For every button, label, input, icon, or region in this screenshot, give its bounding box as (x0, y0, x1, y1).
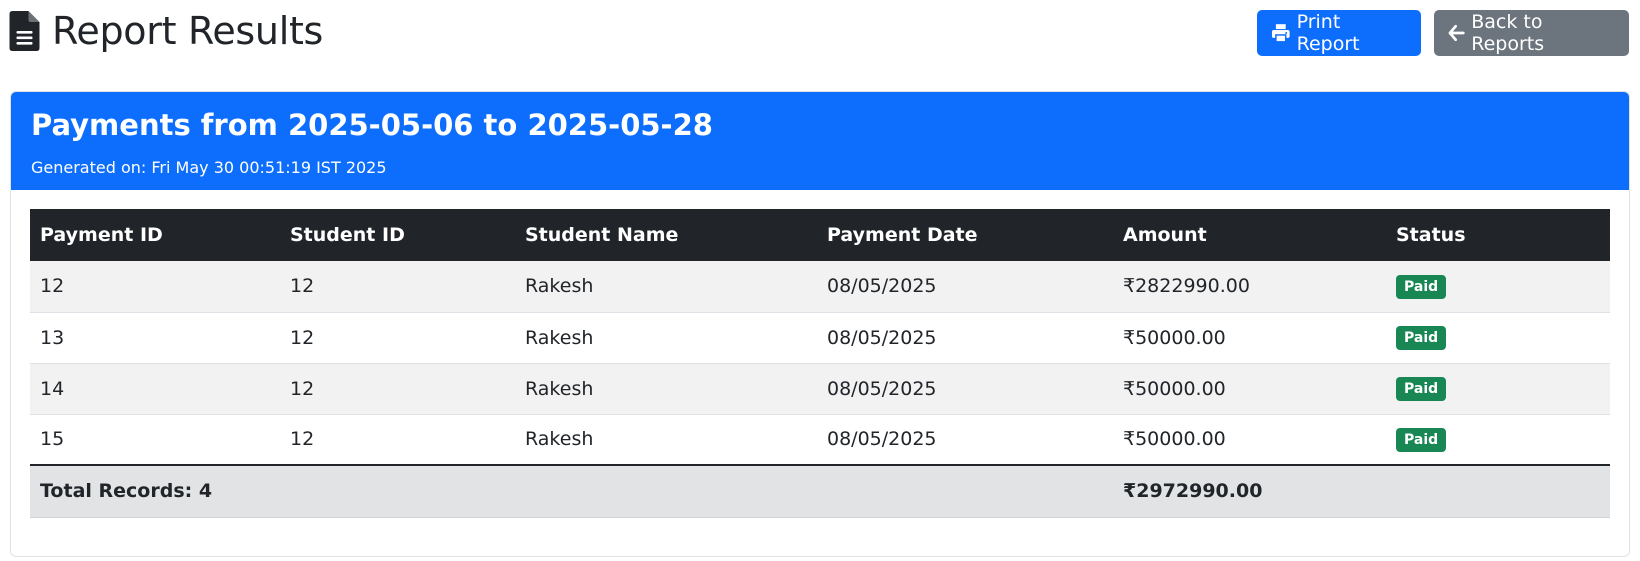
student-name-cell: Rakesh (515, 312, 817, 364)
status-cell: Paid (1386, 261, 1610, 313)
file-text-icon (9, 11, 40, 51)
arrow-left-icon (1448, 24, 1465, 42)
student-name-cell: Rakesh (515, 363, 817, 415)
page-title-text: Report Results (52, 9, 324, 53)
amount-cell: ₹2822990.00 (1113, 261, 1386, 313)
payment-date-cell: 08/05/2025 (817, 414, 1113, 466)
table-row: 12 12 Rakesh 08/05/2025 ₹2822990.00 Paid (30, 261, 1610, 313)
table-row: 14 12 Rakesh 08/05/2025 ₹50000.00 Paid (30, 363, 1610, 415)
table-header-row: Payment ID Student ID Student Name Payme… (30, 209, 1610, 261)
table-row: 13 12 Rakesh 08/05/2025 ₹50000.00 Paid (30, 312, 1610, 364)
column-header-payment-date: Payment Date (827, 224, 978, 246)
back-to-reports-label: Back to Reports (1471, 11, 1545, 55)
page-header: Report Results Print Report Back to Repo… (9, 7, 1631, 57)
column-header-status: Status (1396, 224, 1466, 246)
student-id-cell: 12 (280, 414, 515, 466)
total-amount: ₹2972990.00 (1113, 465, 1386, 518)
report-card: Payments from 2025-05-06 to 2025-05-28 G… (10, 91, 1630, 557)
payment-id-cell: 13 (30, 312, 280, 364)
print-report-button[interactable]: Print Report (1257, 10, 1421, 56)
report-card-header: Payments from 2025-05-06 to 2025-05-28 G… (11, 92, 1629, 190)
student-name-cell: Rakesh (515, 414, 817, 466)
status-badge: Paid (1396, 427, 1447, 452)
status-cell: Paid (1386, 414, 1610, 466)
amount-cell: ₹50000.00 (1113, 312, 1386, 364)
status-badge: Paid (1396, 274, 1447, 299)
print-report-label: Print Report (1296, 11, 1360, 55)
status-cell: Paid (1386, 363, 1610, 415)
student-name-cell: Rakesh (515, 261, 817, 313)
amount-cell: ₹50000.00 (1113, 363, 1386, 415)
page-title: Report Results (9, 7, 323, 55)
table-row: 15 12 Rakesh 08/05/2025 ₹50000.00 Paid (30, 414, 1610, 466)
column-header-student-id: Student ID (290, 224, 405, 246)
payment-date-cell: 08/05/2025 (817, 363, 1113, 415)
amount-cell: ₹50000.00 (1113, 414, 1386, 466)
total-records: Total Records: 4 (30, 465, 1113, 518)
status-badge: Paid (1396, 326, 1447, 350)
student-id-cell: 12 (280, 363, 515, 415)
footer-empty-cell (1386, 465, 1610, 518)
printer-icon (1271, 24, 1290, 43)
student-id-cell: 12 (280, 312, 515, 364)
payment-date-cell: 08/05/2025 (817, 312, 1113, 364)
status-badge: Paid (1396, 377, 1447, 401)
payment-id-cell: 15 (30, 414, 280, 466)
report-title: Payments from 2025-05-06 to 2025-05-28 (31, 108, 713, 142)
column-header-student-name: Student Name (525, 224, 679, 246)
student-id-cell: 12 (280, 261, 515, 313)
payments-table-container: Payment ID Student ID Student Name Payme… (30, 209, 1610, 518)
payment-id-cell: 12 (30, 261, 280, 313)
report-generated-date: Generated on: Fri May 30 00:51:19 IST 20… (31, 158, 387, 177)
column-header-payment-id: Payment ID (40, 224, 163, 246)
status-cell: Paid (1386, 312, 1610, 364)
back-to-reports-button[interactable]: Back to Reports (1434, 10, 1629, 56)
payment-id-cell: 14 (30, 363, 280, 415)
payments-table: Payment ID Student ID Student Name Payme… (30, 209, 1610, 518)
column-header-amount: Amount (1123, 224, 1207, 246)
table-footer-row: Total Records: 4 ₹2972990.00 (30, 465, 1610, 518)
payment-date-cell: 08/05/2025 (817, 261, 1113, 313)
